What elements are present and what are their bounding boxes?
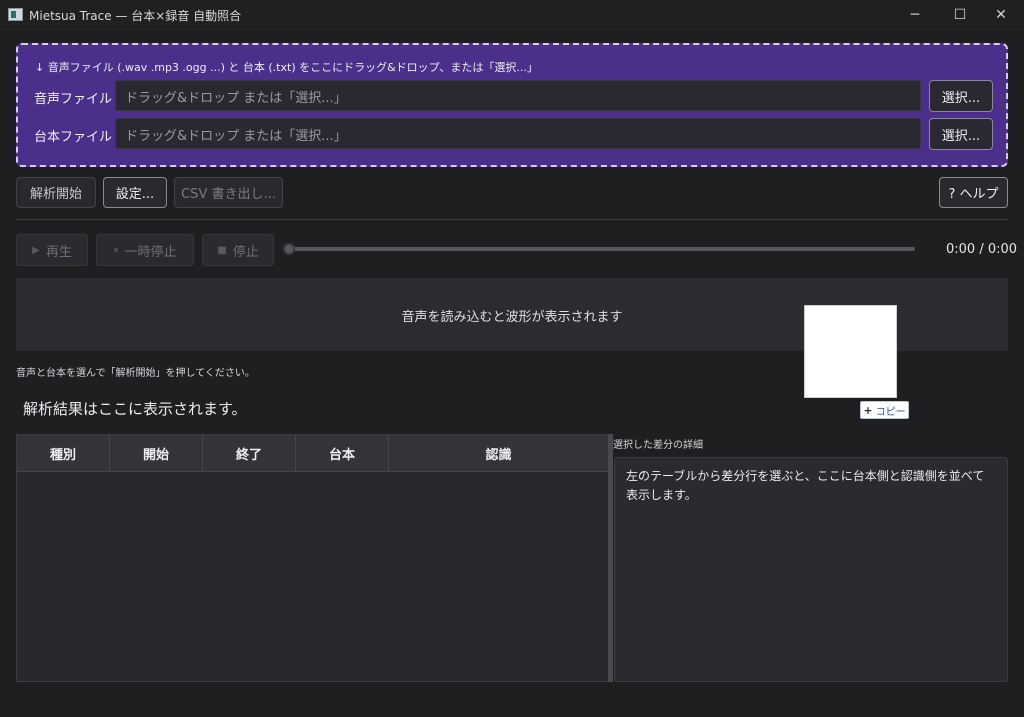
app-icon [8, 8, 23, 21]
file-drop-zone[interactable]: ↓ 音声ファイル (.wav .mp3 .ogg ...) と 台本 (.txt… [16, 43, 1008, 167]
play-button[interactable]: ▶ 再生 [16, 234, 88, 266]
column-header-script[interactable]: 台本 [296, 435, 389, 472]
column-header-end[interactable]: 終了 [203, 435, 296, 472]
pause-button[interactable]: ⏸ 一時停止 [96, 234, 194, 266]
column-header-start[interactable]: 開始 [110, 435, 203, 472]
floating-preview [804, 305, 897, 398]
copy-label: コピー [875, 406, 906, 418]
stop-label: 停止 [232, 244, 259, 260]
play-label: 再生 [45, 244, 72, 260]
audio-file-field[interactable]: ドラッグ&ドロップ または「選択...」 [115, 80, 921, 111]
play-icon: ▶ [32, 244, 40, 256]
status-text: 音声と台本を選んで「解析開始」を押してください。 [16, 368, 255, 379]
pane-splitter[interactable] [608, 434, 613, 682]
stop-button[interactable]: ■ 停止 [202, 234, 274, 266]
script-file-label: 台本ファイル [34, 130, 113, 145]
minimize-button[interactable]: ─ [892, 0, 938, 30]
analyze-button[interactable]: 解析開始 [16, 177, 96, 208]
close-button[interactable]: ✕ [978, 0, 1024, 30]
title-bar: Mietsua Trace — 台本×録音 自動照合 ─ ☐ ✕ [0, 0, 1024, 30]
seek-slider[interactable] [289, 247, 915, 251]
time-display: 0:00 / 0:00 [946, 242, 1018, 257]
script-browse-button[interactable]: 選択... [929, 118, 993, 150]
column-header-type[interactable]: 種別 [17, 435, 110, 472]
pause-icon: ⏸ [113, 244, 119, 256]
audio-browse-button[interactable]: 選択... [929, 80, 993, 112]
pause-label: 一時停止 [124, 244, 177, 260]
window-title: Mietsua Trace — 台本×録音 自動照合 [29, 9, 242, 23]
drop-hint: ↓ 音声ファイル (.wav .mp3 .ogg ...) と 台本 (.txt… [35, 61, 538, 74]
settings-button[interactable]: 設定... [103, 177, 167, 208]
maximize-button[interactable]: ☐ [937, 0, 983, 30]
detail-label: 選択した差分の詳細 [613, 440, 703, 451]
audio-file-label: 音声ファイル [34, 92, 113, 107]
detail-text[interactable]: 左のテーブルから差分行を選ぶと、ここに台本側と認識側を並べて表示します。 [614, 457, 1008, 682]
stop-icon: ■ [217, 244, 227, 256]
divider [16, 219, 1008, 220]
copy-button[interactable]: + コピー [860, 401, 909, 419]
help-button[interactable]: ? ヘルプ [939, 177, 1008, 208]
plus-icon: + [863, 403, 873, 417]
result-summary: 解析結果はここに表示されます。 [23, 400, 247, 418]
script-file-field[interactable]: ドラッグ&ドロップ または「選択...」 [115, 118, 921, 149]
column-header-recognized[interactable]: 認識 [389, 435, 608, 472]
seek-handle[interactable] [283, 243, 295, 255]
export-csv-button[interactable]: CSV 書き出し... [174, 177, 283, 208]
diff-table[interactable]: 種別 開始 終了 台本 認識 [16, 434, 609, 682]
